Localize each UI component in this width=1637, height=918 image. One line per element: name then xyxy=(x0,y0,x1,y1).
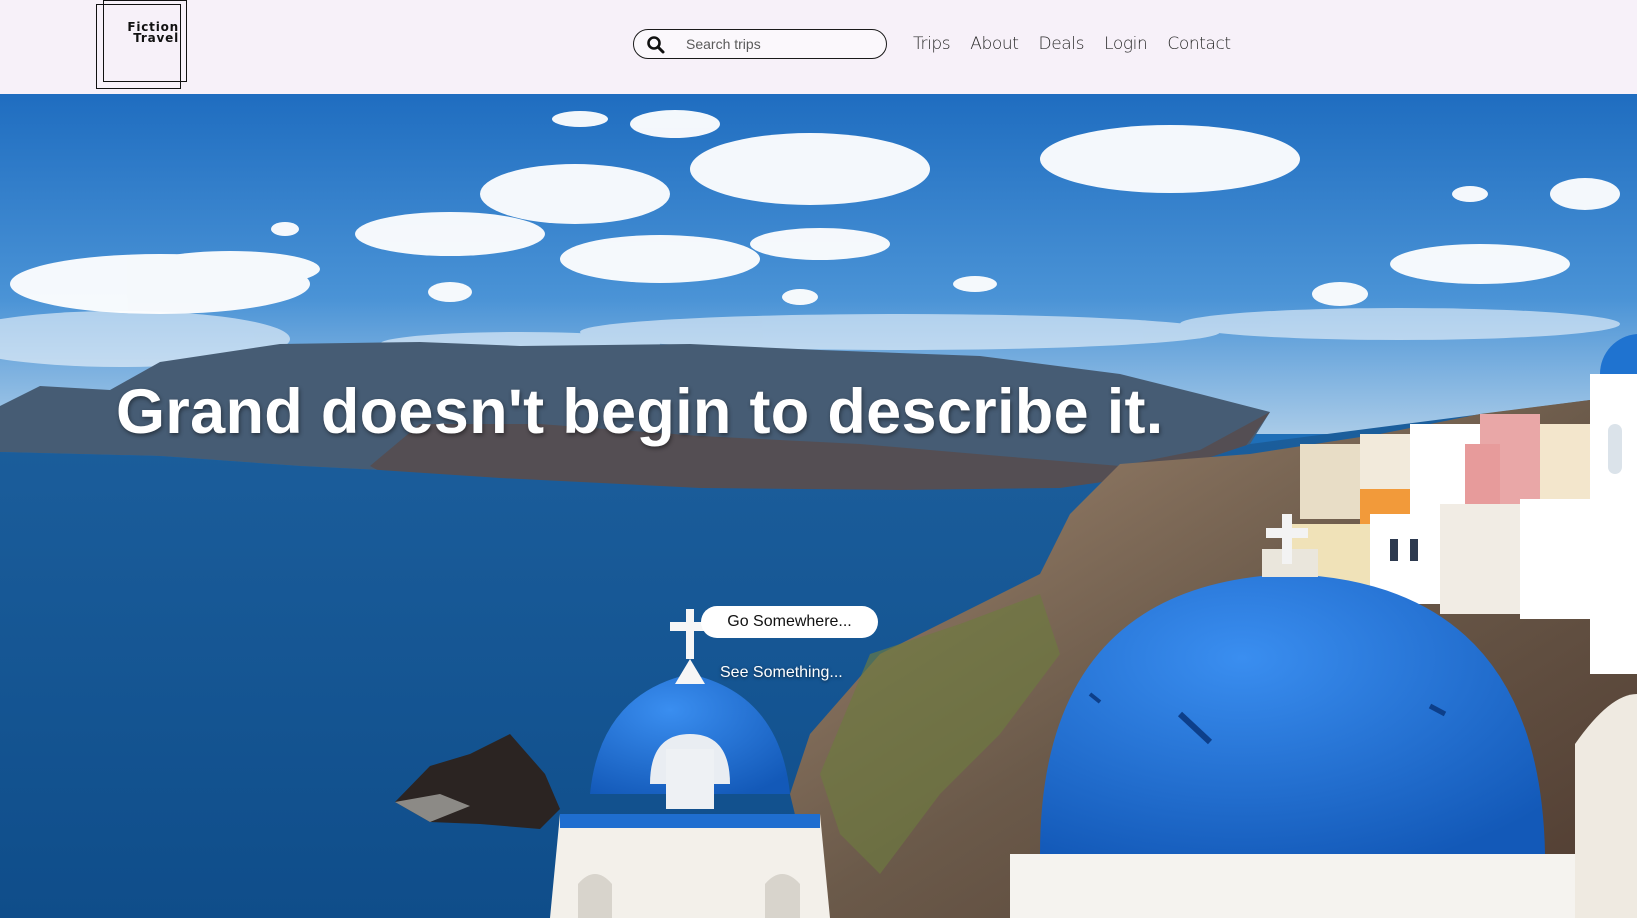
logo[interactable]: Fiction Travel xyxy=(96,0,187,89)
main-nav: Trips About Deals Login Contact xyxy=(913,34,1251,54)
nav-link-deals[interactable]: Deals xyxy=(1039,34,1085,54)
search-icon[interactable] xyxy=(646,35,666,55)
search-input[interactable] xyxy=(686,34,876,54)
hero-section: Grand doesn't begin to describe it. Go S… xyxy=(0,94,1637,918)
logo-text: Fiction Travel xyxy=(127,21,179,45)
hero-background-image xyxy=(0,94,1637,918)
nav-link-contact[interactable]: Contact xyxy=(1167,34,1231,54)
nav-link-login[interactable]: Login xyxy=(1104,34,1148,54)
go-somewhere-button[interactable]: Go Somewhere... xyxy=(701,606,878,638)
site-header: Fiction Travel Trips About Deals Login C… xyxy=(0,0,1637,94)
nav-link-trips[interactable]: Trips xyxy=(913,34,951,54)
search-bar[interactable] xyxy=(633,29,887,59)
see-something-link[interactable]: See Something... xyxy=(720,664,843,682)
hero-headline: Grand doesn't begin to describe it. xyxy=(116,377,1164,447)
nav-link-about[interactable]: About xyxy=(970,34,1019,54)
logo-line-2: Travel xyxy=(133,31,179,45)
